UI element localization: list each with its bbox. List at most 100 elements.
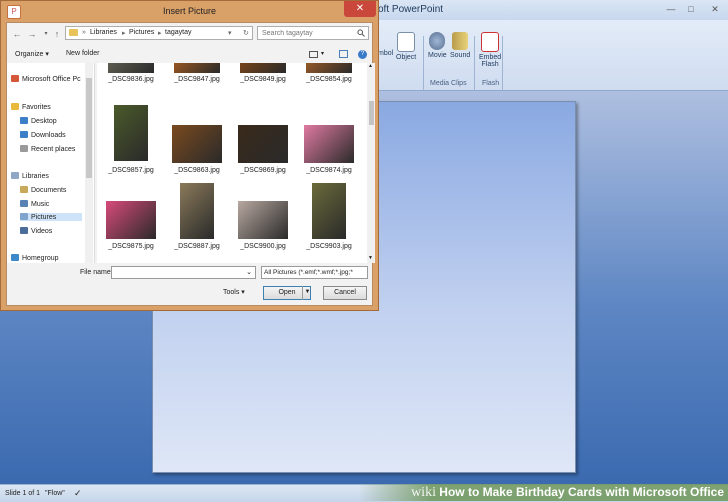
insert-picture-dialog: P Insert Picture ✕ ← → ▾ ↑ » Libraries ▸… [0,0,379,311]
file-item[interactable]: _DSC9836.jpg [99,63,163,107]
file-item[interactable]: _DSC9854.jpg [297,63,361,107]
ribbon-separator [502,36,503,90]
file-name: _DSC9875.jpg [108,243,154,250]
address-bar[interactable]: » Libraries ▸ Pictures ▸ tagaytay ▾ ↻ [65,26,253,40]
close-icon[interactable]: ✕ [344,1,376,17]
view-options-icon[interactable] [309,51,318,58]
file-item[interactable]: _DSC9903.jpg [297,181,361,250]
nav-scrollbar-thumb[interactable] [86,78,92,178]
file-name: _DSC9903.jpg [306,243,352,250]
file-item[interactable]: _DSC9875.jpg [99,181,163,250]
ribbon-separator [474,36,475,90]
nav-item-homegroup[interactable]: Homegroup [11,254,59,262]
close-button[interactable]: ✕ [708,3,722,15]
nav-item-downloads[interactable]: Downloads [20,131,66,139]
refresh-icon[interactable]: ↻ [243,29,249,37]
nav-item-music[interactable]: Music [20,200,49,208]
wikihow-banner: wiki How to Make Birthday Cards with Mic… [358,484,728,501]
up-arrow-icon[interactable]: ↑ [51,28,63,40]
search-input[interactable] [262,28,352,38]
nav-item-recent[interactable]: Recent places [20,145,75,153]
breadcrumb-pictures[interactable]: Pictures [129,29,154,36]
scroll-up-icon[interactable]: ▲ [368,63,373,69]
nav-scrollbar[interactable] [85,63,93,263]
cancel-button[interactable]: Cancel [323,286,367,300]
file-name: _DSC9869.jpg [240,167,286,174]
file-item[interactable]: _DSC9887.jpg [165,181,229,250]
nav-item-favorites[interactable]: Favorites [11,103,51,111]
nav-item-office[interactable]: Microsoft Office Pc [11,75,81,83]
dialog-titlebar[interactable]: P Insert Picture ✕ [1,1,378,21]
new-folder-button[interactable]: New folder [66,50,99,57]
nav-item-videos[interactable]: Videos [20,227,52,235]
banner-text: How to Make Birthday Cards with Microsof… [439,485,724,499]
filename-label: File name: [80,269,113,276]
symbol-label: mbol [378,50,394,57]
file-name: _DSC9854.jpg [306,76,352,83]
file-item[interactable]: _DSC9857.jpg [99,103,163,174]
help-icon[interactable]: ? [358,50,367,59]
office-icon [11,75,19,82]
breadcrumb-libraries[interactable]: Libraries [90,29,117,36]
preview-pane-icon[interactable] [339,50,348,58]
file-item[interactable]: _DSC9874.jpg [297,103,361,174]
file-item[interactable]: _DSC9863.jpg [165,103,229,174]
folder-icon [69,29,78,36]
file-item[interactable]: _DSC9849.jpg [231,63,295,107]
file-thumbnail [108,63,154,73]
wiki-logo: wiki [411,485,436,500]
movie-label: Movie [428,52,447,59]
symbol-button[interactable]: mbol [378,50,393,57]
maximize-button[interactable]: □ [684,3,698,15]
search-box[interactable] [257,26,369,40]
view-dropdown-icon[interactable]: ▾ [321,50,324,57]
music-icon [20,200,28,207]
slide-counter: Slide 1 of 1 [5,490,41,497]
filename-dropdown-icon[interactable]: ⌄ [246,268,252,276]
minimize-button[interactable]: — [664,3,678,15]
file-name: _DSC9900.jpg [240,243,286,250]
sound-button[interactable]: Sound [450,32,470,59]
organize-menu[interactable]: Organize ▾ [15,50,49,58]
homegroup-icon [11,254,19,261]
embed-flash-button[interactable]: Embed Flash [479,32,501,68]
nav-item-documents[interactable]: Documents [20,186,66,194]
address-dropdown-icon[interactable]: ▾ [228,29,232,37]
nav-item-libraries[interactable]: Libraries [11,172,49,180]
file-thumbnail [312,183,346,239]
filetype-select[interactable]: All Pictures (*.emf;*.wmf;*.jpg;* [261,266,368,279]
file-item[interactable]: _DSC9900.jpg [231,181,295,250]
flash-label: Flash [481,61,499,68]
file-name: _DSC9857.jpg [108,167,154,174]
file-thumbnail [106,201,156,239]
nav-item-desktop[interactable]: Desktop [20,117,57,125]
movie-button[interactable]: Movie [428,32,447,59]
tools-menu[interactable]: Tools ▾ [223,288,245,296]
object-icon [397,32,416,52]
file-item[interactable]: _DSC9869.jpg [231,103,295,174]
file-thumbnail [114,105,148,161]
desktop-icon [20,117,28,124]
scroll-down-icon[interactable]: ▼ [368,255,373,261]
file-name: _DSC9847.jpg [174,76,220,83]
back-arrow-icon[interactable]: ← [11,28,23,40]
file-thumbnail [304,125,354,163]
spellcheck-icon[interactable]: ✓ [74,485,82,502]
downloads-icon [20,131,28,138]
theme-name: "Flow" [45,490,65,497]
file-thumbnail [174,63,220,73]
filename-field[interactable]: ⌄ [111,266,256,279]
file-name: _DSC9874.jpg [306,167,352,174]
breadcrumb-tagaytay[interactable]: tagaytay [165,29,191,36]
file-grid-scrollbar[interactable]: ▲ ▼ [368,63,375,263]
dialog-toolbar: Organize ▾ New folder ▾ ? [7,46,372,62]
object-button[interactable]: Object [396,32,416,61]
forward-arrow-icon[interactable]: → [26,28,38,40]
sound-label: Sound [450,52,471,59]
file-item[interactable]: _DSC9847.jpg [165,63,229,107]
open-dropdown-icon[interactable]: ▼ [302,286,312,300]
dialog-title: Insert Picture [162,6,217,16]
nav-item-pictures[interactable]: Pictures [20,213,82,221]
file-grid-scrollbar-thumb[interactable] [369,101,374,125]
search-icon [357,29,365,37]
